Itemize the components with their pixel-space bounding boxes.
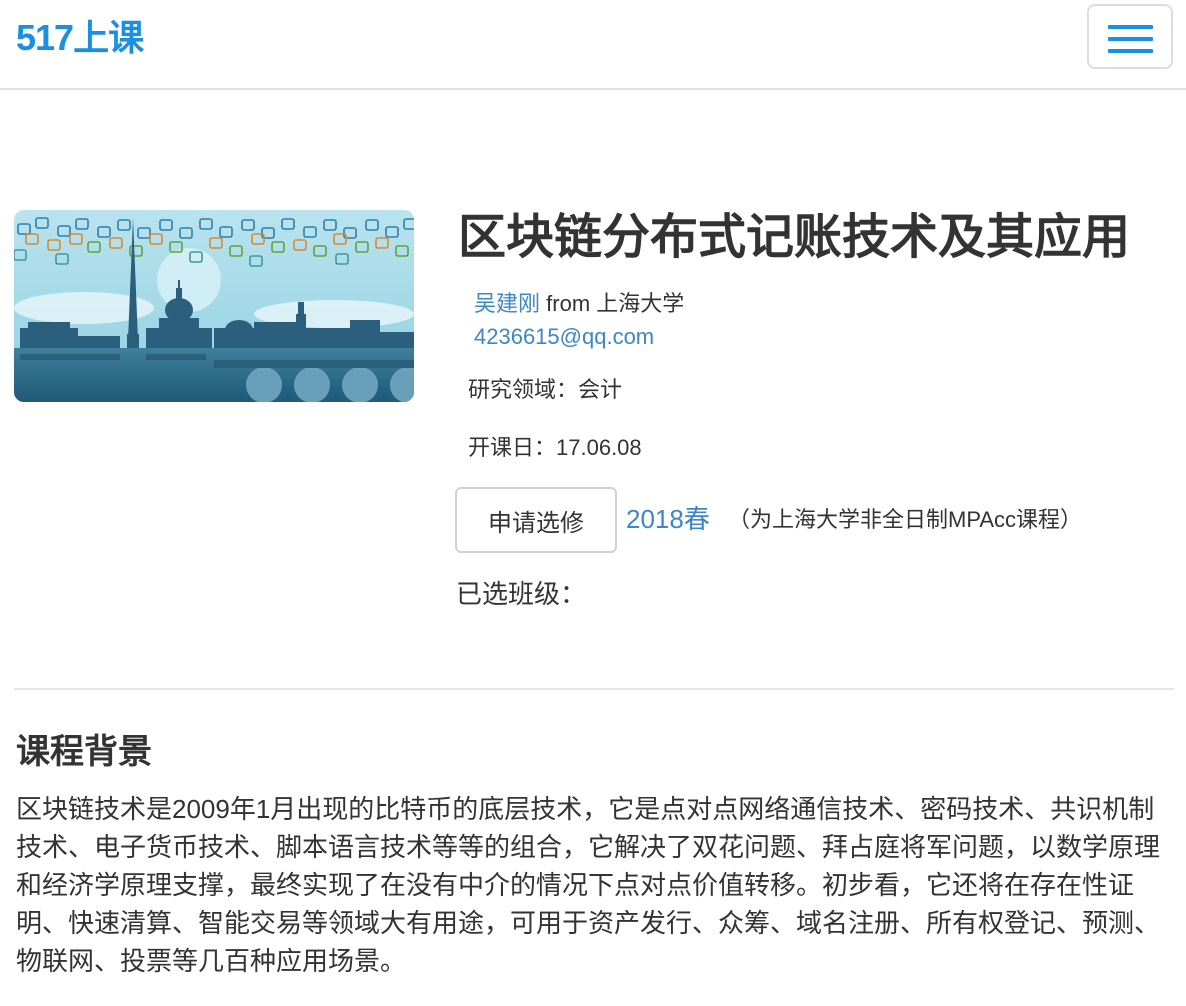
course-cover-image [14, 210, 414, 402]
start-date: 开课日：17.06.08 [468, 432, 642, 464]
teacher-line: 吴建刚 from 上海大学 [474, 288, 684, 320]
brand-logo[interactable]: 517上课 [16, 16, 144, 60]
research-field-label: 研究领域： [468, 377, 579, 402]
term-link[interactable]: 2018春 [626, 501, 710, 537]
start-date-value: 17.06.08 [556, 435, 642, 460]
start-date-label: 开课日： [468, 435, 557, 460]
teacher-email-link[interactable]: 4236615@qq.com [474, 321, 654, 353]
research-field-value: 会计 [578, 377, 623, 402]
selected-class-label: 已选班级： [456, 579, 587, 609]
hamburger-menu-icon-bar [1108, 37, 1153, 41]
institution-name: 上海大学 [596, 291, 685, 316]
background-section-title: 课程背景 [16, 733, 152, 771]
research-field: 研究领域：会计 [468, 374, 622, 406]
skyline-illustration-icon [14, 210, 414, 402]
apply-enroll-button[interactable]: 申请选修 [455, 487, 617, 553]
background-section-body: 区块链技术是2009年1月出现的比特币的底层技术，它是点对点网络通信技术、密码技… [16, 794, 1161, 976]
teacher-name-link[interactable]: 吴建刚 [474, 291, 540, 316]
from-word: from [546, 291, 591, 316]
hamburger-menu-icon [1108, 25, 1153, 29]
menu-toggle-button[interactable] [1087, 4, 1173, 69]
hamburger-menu-icon-bar [1108, 49, 1153, 53]
term-note: （为上海大学非全日制MPAcc课程） [728, 507, 1083, 532]
course-title: 区块链分布式记账技术及其应用 [458, 211, 1131, 264]
section-divider [14, 688, 1174, 690]
top-navbar: 517上课 [0, 0, 1186, 90]
